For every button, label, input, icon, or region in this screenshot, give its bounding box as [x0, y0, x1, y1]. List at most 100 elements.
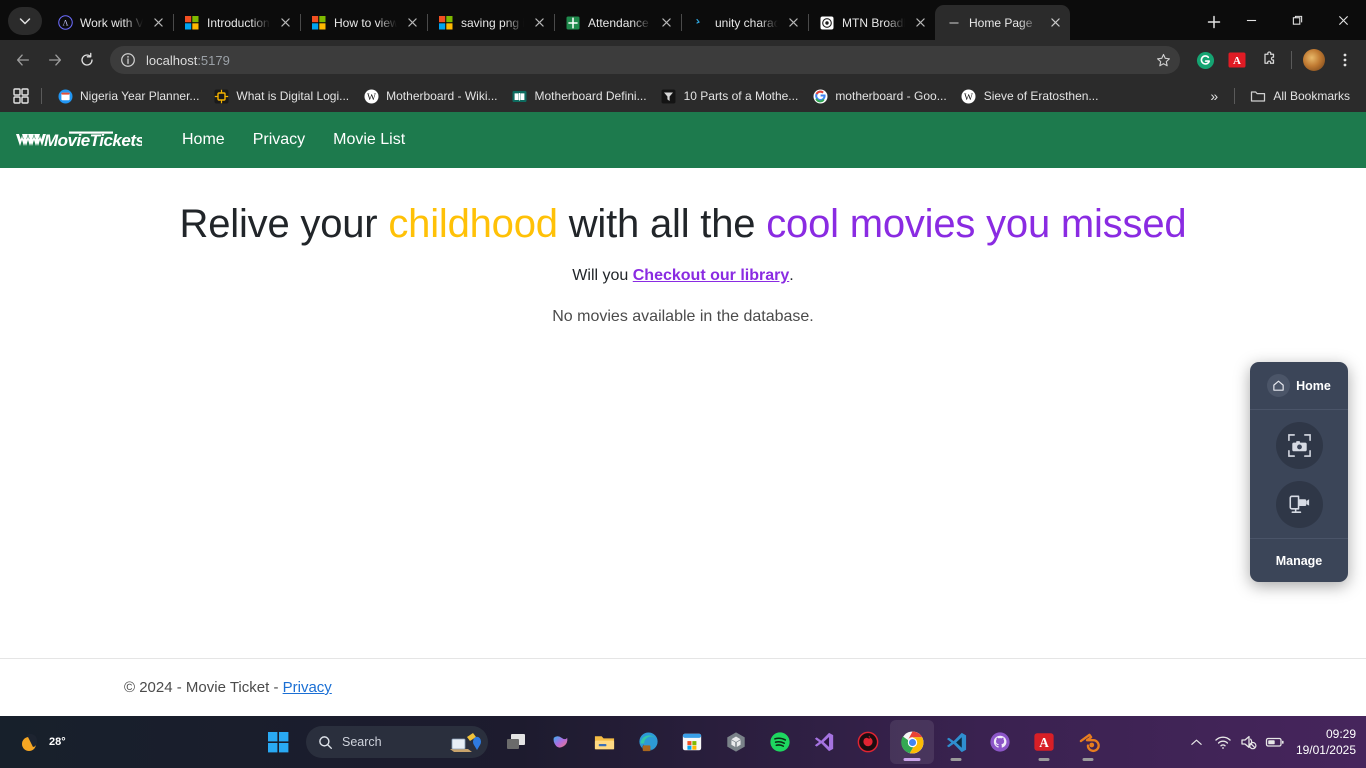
profile-avatar[interactable]	[1303, 49, 1325, 71]
bookmarks-overflow-button[interactable]: »	[1202, 84, 1226, 108]
browser-tab[interactable]: How to view	[300, 5, 428, 40]
hero-section: Relive your childhood with all the cool …	[0, 168, 1366, 326]
taskbar-app-vscode[interactable]	[934, 720, 978, 764]
nav-link-privacy[interactable]: Privacy	[239, 125, 319, 155]
bookmark-item[interactable]: What is Digital Logi...	[206, 85, 356, 107]
taskbar-app-microsoft-store[interactable]	[670, 720, 714, 764]
close-window-button[interactable]	[1320, 2, 1366, 38]
screen-capture-widget[interactable]: Home Manage	[1250, 362, 1348, 582]
mtn-icon	[819, 15, 835, 31]
puzzle-extensions-icon[interactable]	[1256, 47, 1282, 73]
close-icon[interactable]	[912, 15, 928, 31]
url-port: :5179	[197, 52, 230, 68]
bookmark-item[interactable]: W Motherboard - Wiki...	[356, 85, 504, 107]
screenshot-capture-icon[interactable]	[1275, 422, 1323, 469]
page-viewport: MovieTickets Home Privacy Movie List Rel…	[0, 112, 1366, 716]
nav-link-movie-list[interactable]: Movie List	[319, 125, 419, 155]
taskbar-app-chrome[interactable]	[890, 720, 934, 764]
bookmark-star-icon[interactable]	[1150, 47, 1176, 73]
kebab-menu-icon	[1343, 53, 1347, 67]
taskbar-app-unity[interactable]	[714, 720, 758, 764]
site-info-icon[interactable]	[120, 52, 136, 68]
bookmark-item[interactable]: motherboard - Goo...	[805, 85, 953, 107]
checkout-library-link[interactable]: Checkout our library	[633, 267, 789, 284]
forward-button[interactable]	[40, 45, 70, 75]
taskbar-app-file-explorer[interactable]	[582, 720, 626, 764]
taskbar-app-github[interactable]	[978, 720, 1022, 764]
close-icon[interactable]	[658, 15, 674, 31]
browser-tab[interactable]: saving png i	[427, 5, 555, 40]
empty-state-message: No movies available in the database.	[552, 308, 814, 325]
close-icon	[1338, 15, 1348, 25]
taskbar-app-copilot[interactable]	[538, 720, 582, 764]
capture-widget-header[interactable]: Home	[1250, 362, 1348, 410]
search-highlight-illustration-icon	[450, 733, 481, 752]
browser-tab[interactable]: Λ Work with Va	[46, 5, 174, 40]
plus-icon	[1207, 15, 1221, 29]
adobe-acrobat-icon[interactable]: A	[1224, 47, 1250, 73]
github-icon	[990, 732, 1010, 752]
tab-title: Home Page	[969, 15, 1033, 30]
browser-tab-active[interactable]: Home Page	[935, 5, 1070, 40]
browser-tab[interactable]: unity charac	[681, 5, 809, 40]
hero-sub-suffix: .	[789, 267, 794, 284]
reload-button[interactable]	[72, 45, 102, 75]
maximize-button[interactable]	[1274, 2, 1320, 38]
site-logo[interactable]: MovieTickets	[14, 127, 142, 153]
capture-home-label: Home	[1296, 378, 1331, 393]
screen-record-icon[interactable]	[1275, 481, 1323, 528]
taskbar-app-task-view[interactable]	[494, 720, 538, 764]
grammarly-icon[interactable]	[1192, 47, 1218, 73]
bookmark-item[interactable]: 10 Parts of a Mothe...	[654, 85, 806, 107]
vscode-icon	[946, 732, 966, 752]
blank-page-icon	[946, 15, 962, 31]
new-tab-button[interactable]	[1200, 8, 1228, 36]
bookmarks-divider	[1234, 88, 1236, 104]
close-icon[interactable]	[404, 15, 420, 31]
capture-manage-label: Manage	[1275, 553, 1323, 568]
minimize-button[interactable]	[1228, 2, 1274, 38]
bookmark-item[interactable]: W Sieve of Eratosthen...	[954, 85, 1106, 107]
taskbar-app-spotify[interactable]	[758, 720, 802, 764]
close-icon[interactable]	[150, 15, 166, 31]
taskbar-app-red-circle[interactable]	[846, 720, 890, 764]
movietickets-wordmark-icon: MovieTickets	[16, 131, 142, 150]
chrome-menu-button[interactable]	[1332, 47, 1358, 73]
browser-tab[interactable]: Attendance	[554, 5, 682, 40]
wikipedia-icon: W	[363, 88, 379, 104]
capture-manage-button[interactable]: Manage	[1250, 538, 1348, 582]
tab-title: Work with Va	[80, 15, 143, 30]
footer-text: © 2024 - Movie Ticket - Privacy	[124, 679, 332, 696]
taskbar-app-adobe-acrobat[interactable]: A	[1022, 720, 1066, 764]
apps-grid-icon[interactable]	[9, 84, 33, 108]
close-icon[interactable]	[277, 15, 293, 31]
tab-list: Λ Work with Va Introduction How to view …	[46, 0, 1194, 40]
close-icon[interactable]	[531, 15, 547, 31]
browser-tab[interactable]: Introduction	[173, 5, 301, 40]
taskbar-app-edge[interactable]	[626, 720, 670, 764]
page-title: Relive your childhood with all the cool …	[0, 200, 1366, 248]
hero-sub-prefix: Will you	[572, 267, 633, 284]
running-indicator	[1038, 758, 1050, 761]
address-bar[interactable]: localhost:5179	[110, 46, 1180, 74]
browser-tab[interactable]: MTN Broadb	[808, 5, 935, 40]
arrow-right-icon	[49, 54, 61, 66]
taskbar-app-blender[interactable]	[1066, 720, 1110, 764]
windows-taskbar: 28° Search A 09:29 19/01/2025	[0, 716, 1366, 768]
start-button[interactable]	[256, 720, 300, 764]
bookmark-item[interactable]: Nigeria Year Planner...	[50, 85, 206, 107]
nav-link-home[interactable]: Home	[168, 125, 239, 155]
svg-text:W: W	[964, 93, 973, 103]
back-button[interactable]	[8, 45, 38, 75]
folder-icon	[1250, 88, 1266, 104]
close-icon[interactable]	[785, 15, 801, 31]
tab-search-button[interactable]	[8, 7, 42, 35]
all-bookmarks-button[interactable]: All Bookmarks	[1243, 85, 1357, 107]
footer-privacy-link[interactable]: Privacy	[283, 679, 332, 696]
svg-text:MovieTickets: MovieTickets	[44, 131, 142, 150]
close-icon[interactable]	[1047, 15, 1063, 31]
search-input[interactable]: Search	[306, 726, 488, 758]
taskbar-center-group: Search A	[0, 720, 1366, 764]
bookmark-item[interactable]: Motherboard Defini...	[505, 85, 654, 107]
taskbar-app-visual-studio[interactable]	[802, 720, 846, 764]
